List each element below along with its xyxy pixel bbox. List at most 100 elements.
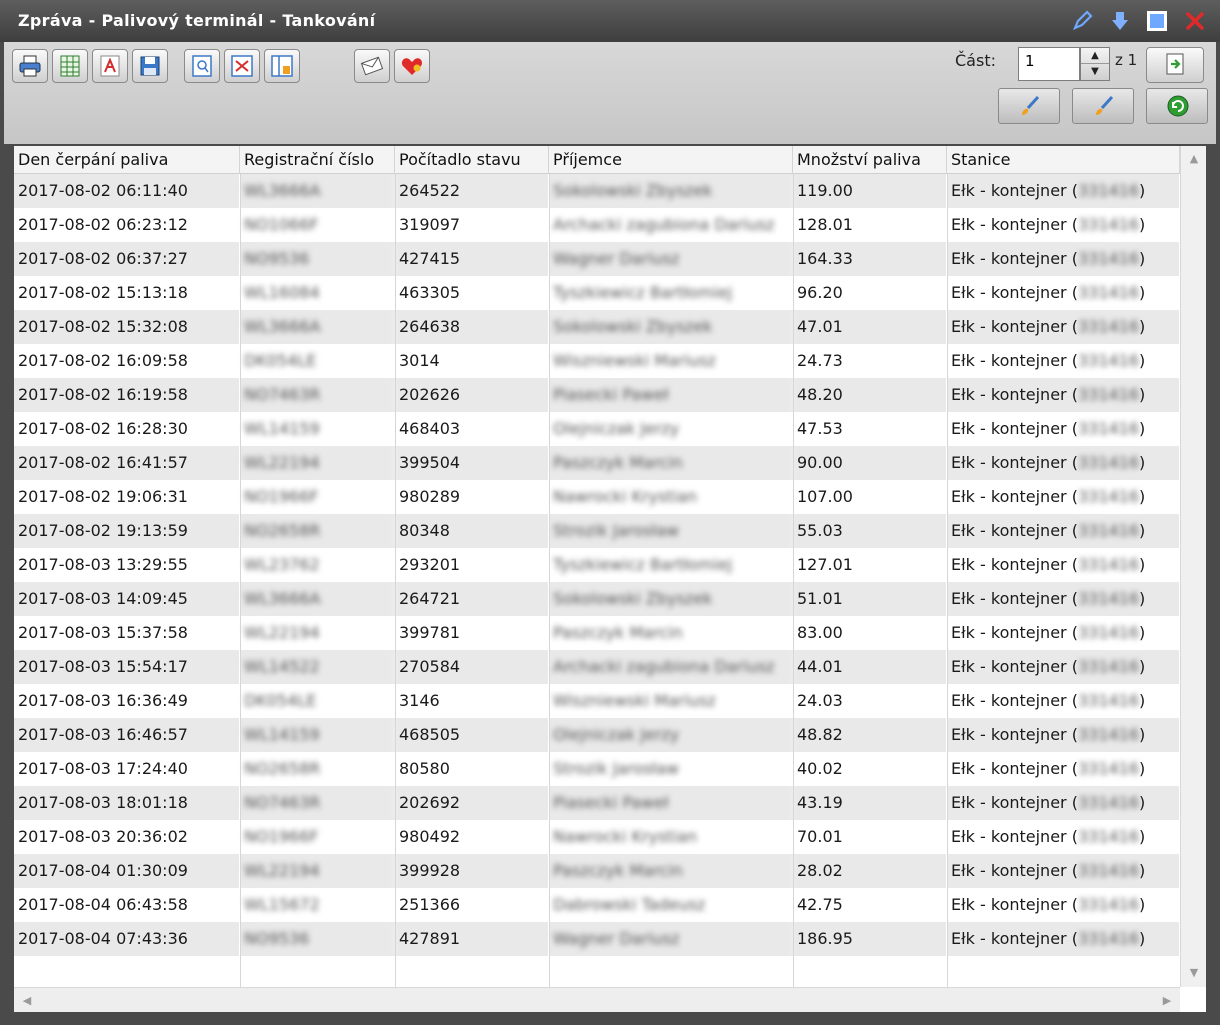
station-code: 331416 — [1077, 861, 1140, 880]
table-cell: 468403 — [395, 412, 549, 446]
table-row[interactable]: 2017-08-02 06:37:27 NO9536 427415 Wagner Da… — [14, 242, 1180, 276]
table-row[interactable]: 2017-08-02 16:09:58 DK054LE 3014 Wiszniewsk… — [14, 344, 1180, 378]
table-row[interactable]: 2017-08-04 07:43:36 NO9536 427891 Wagner Da… — [14, 922, 1180, 956]
table-cell: WL14159 — [240, 412, 395, 446]
table-cell: 42.75 — [793, 888, 947, 922]
layout-button[interactable] — [264, 49, 300, 83]
station-code: 331416 — [1077, 487, 1140, 506]
table-cell: 2017-08-03 13:29:55 — [14, 548, 240, 582]
station-name: Ełk - kontejner — [951, 317, 1067, 336]
table-cell: 2017-08-03 20:36:02 — [14, 820, 240, 854]
table-cell-station: Ełk - kontejner (331416) — [947, 480, 1180, 514]
style-button-1[interactable] — [998, 88, 1060, 124]
table-cell: 43.19 — [793, 786, 947, 820]
table-cell: 399928 — [395, 854, 549, 888]
column-header[interactable]: Příjemce — [549, 146, 793, 174]
paren: ) — [1139, 317, 1146, 336]
table-cell-station: Ełk - kontejner (331416) — [947, 616, 1180, 650]
paren: ) — [1139, 691, 1146, 710]
column-divider — [549, 174, 550, 987]
table-cell: 55.03 — [793, 514, 947, 548]
table-cell: Paszczyk Marcin — [549, 446, 793, 480]
paren: ( — [1066, 487, 1078, 506]
station-code: 331416 — [1077, 181, 1140, 200]
vertical-scrollbar[interactable]: ▲ ▼ — [1180, 146, 1206, 987]
excel-export-icon — [60, 55, 80, 77]
table-cell: 202626 — [395, 378, 549, 412]
maximize-icon[interactable] — [1145, 9, 1169, 33]
table-row[interactable]: 2017-08-02 16:28:30 WL14159 468403 Olejnicz… — [14, 412, 1180, 446]
table-row[interactable]: 2017-08-03 13:29:55 WL23762 293201 Tyszkiew… — [14, 548, 1180, 582]
table-cell-station: Ełk - kontejner (331416) — [947, 718, 1180, 752]
table-row[interactable]: 2017-08-04 01:30:09 WL22194 399928 Paszczyk… — [14, 854, 1180, 888]
fit-columns-button[interactable] — [224, 49, 260, 83]
chevron-up-icon[interactable]: ▲ — [1081, 48, 1109, 64]
column-header[interactable]: Počítadlo stavu — [395, 146, 549, 174]
column-header[interactable]: Stanice — [947, 146, 1180, 174]
station-name: Ełk - kontejner — [951, 453, 1067, 472]
station-code: 331416 — [1077, 827, 1140, 846]
go-button[interactable] — [1146, 47, 1204, 83]
preview-button[interactable] — [184, 49, 220, 83]
table-row[interactable]: 2017-08-03 16:36:49 DK054LE 3146 Wiszniewsk… — [14, 684, 1180, 718]
scroll-right-icon[interactable]: ▶ — [1158, 992, 1176, 1010]
table-cell: 2017-08-03 17:24:40 — [14, 752, 240, 786]
edit-icon[interactable] — [1070, 9, 1094, 33]
table-row[interactable]: 2017-08-03 20:36:02 NO1966F 980492 Nawrocki… — [14, 820, 1180, 854]
table-row[interactable]: 2017-08-02 15:13:18 WL16084 463305 Tyszkiew… — [14, 276, 1180, 310]
scroll-left-icon[interactable]: ◀ — [18, 992, 36, 1010]
paren: ) — [1139, 725, 1146, 744]
table-row[interactable]: 2017-08-04 06:43:58 WL15672 251366 Dabrowsk… — [14, 888, 1180, 922]
table-row[interactable]: 2017-08-03 15:37:58 WL22194 399781 Paszczyk… — [14, 616, 1180, 650]
table-cell-station: Ełk - kontejner (331416) — [947, 684, 1180, 718]
paren: ) — [1139, 283, 1146, 302]
table-row[interactable]: 2017-08-03 18:01:18 NO7463R 202692 Piasecki… — [14, 786, 1180, 820]
table-row[interactable]: 2017-08-02 15:32:08 WL3666A 264638 Sokolows… — [14, 310, 1180, 344]
paren: ( — [1066, 249, 1078, 268]
pdf-export-button[interactable] — [92, 49, 128, 83]
table-cell: 399781 — [395, 616, 549, 650]
download-icon[interactable] — [1108, 9, 1132, 33]
table-row[interactable]: 2017-08-03 17:24:40 NO2658R 80580 Strozik J… — [14, 752, 1180, 786]
table-row[interactable]: 2017-08-03 16:46:57 WL14159 468505 Olejnicz… — [14, 718, 1180, 752]
station-name: Ełk - kontejner — [951, 215, 1067, 234]
table-row[interactable]: 2017-08-02 19:13:59 NO2658R 80348 Strozik J… — [14, 514, 1180, 548]
favorite-button[interactable] — [394, 49, 430, 83]
table-cell: NO1966F — [240, 820, 395, 854]
horizontal-scrollbar[interactable]: ◀ ▶ — [14, 987, 1180, 1012]
save-button[interactable] — [132, 49, 168, 83]
excel-export-button[interactable] — [52, 49, 88, 83]
table-cell: 2017-08-04 06:43:58 — [14, 888, 240, 922]
email-button[interactable] — [354, 49, 390, 83]
station-code: 331416 — [1077, 759, 1140, 778]
paren: ) — [1139, 929, 1146, 948]
paren: ) — [1139, 249, 1146, 268]
close-icon[interactable] — [1183, 9, 1207, 33]
table-cell: Archacki zagubiona Dariusz — [549, 208, 793, 242]
paren: ) — [1139, 827, 1146, 846]
paren: ( — [1066, 657, 1078, 676]
table-row[interactable]: 2017-08-03 15:54:17 WL14522 270584 Archacki… — [14, 650, 1180, 684]
column-header[interactable]: Den čerpání paliva — [14, 146, 240, 174]
table-row[interactable]: 2017-08-02 16:41:57 WL22194 399504 Paszczyk… — [14, 446, 1180, 480]
table-row[interactable]: 2017-08-02 19:06:31 NO1966F 980289 Nawrocki… — [14, 480, 1180, 514]
scroll-down-icon[interactable]: ▼ — [1185, 964, 1203, 982]
style-button-2[interactable] — [1072, 88, 1134, 124]
table-row[interactable]: 2017-08-02 06:23:12 NO1066F 319097 Archacki… — [14, 208, 1180, 242]
print-button[interactable] — [12, 49, 48, 83]
part-input[interactable]: 1 — [1018, 47, 1080, 81]
table-cell: 264522 — [395, 174, 549, 208]
table-row[interactable]: 2017-08-02 16:19:58 NO7463R 202626 Piasecki… — [14, 378, 1180, 412]
table-row[interactable]: 2017-08-02 06:11:40 WL3666A 264522 Sokolows… — [14, 174, 1180, 208]
refresh-button[interactable] — [1146, 88, 1208, 124]
table-row[interactable]: 2017-08-03 14:09:45 WL3666A 264721 Sokolows… — [14, 582, 1180, 616]
table-cell-station: Ełk - kontejner (331416) — [947, 378, 1180, 412]
column-header[interactable]: Registrační číslo — [240, 146, 395, 174]
scroll-up-icon[interactable]: ▲ — [1185, 150, 1203, 168]
part-spinner[interactable]: ▲ ▼ — [1080, 47, 1110, 81]
column-header[interactable]: Množství paliva — [793, 146, 947, 174]
paren: ) — [1139, 419, 1146, 438]
report-table: Den čerpání paliva Registrační číslo Poč… — [14, 146, 1206, 1012]
chevron-down-icon[interactable]: ▼ — [1081, 64, 1109, 80]
table-cell: NO2658R — [240, 514, 395, 548]
